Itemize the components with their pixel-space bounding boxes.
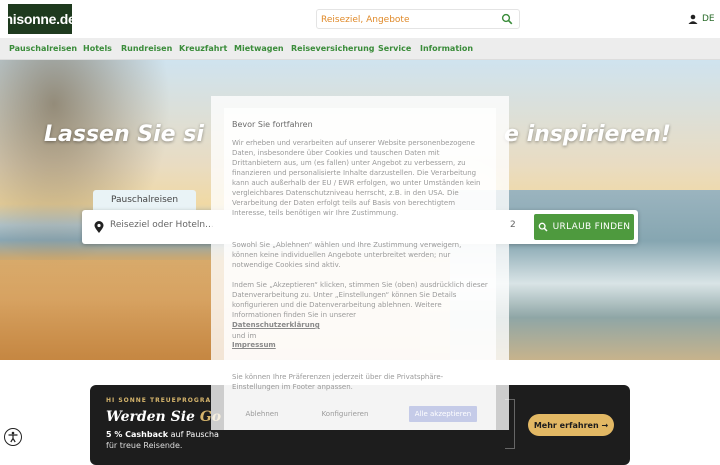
consent-title: Bevor Sie fortfahren	[232, 120, 313, 129]
learn-more-button[interactable]: Mehr erfahren →	[528, 414, 614, 436]
consent-paragraph-1: Wir erheben und verarbeiten auf unserer …	[232, 139, 481, 217]
nav-item-rundreisen[interactable]: Rundreisen	[121, 44, 172, 53]
account-language[interactable]: DE	[688, 12, 715, 26]
promo-kicker: HI SONNE TREUEPROGRA	[106, 397, 212, 404]
consent-dialog: Bevor Sie fortfahren Wir erheben und ver…	[224, 108, 496, 430]
location-pin-icon	[94, 221, 104, 233]
nav-item-reiseversicherung[interactable]: Reiseversicherung	[291, 44, 375, 53]
main-nav: Pauschalreisen Hotels Rundreisen Kreuzfa…	[0, 38, 720, 60]
travelers-field[interactable]: 2	[510, 220, 516, 230]
promo-headline-plain: Werden Sie	[106, 409, 200, 425]
consent-and-text: und im	[232, 332, 257, 340]
destination-input[interactable]: Reiseziel oder Hoteln...	[110, 220, 214, 230]
consent-paragraph-4: Sie können Ihre Präferenzen jederzeit üb…	[232, 373, 444, 391]
nav-item-hotels[interactable]: Hotels	[83, 44, 112, 53]
user-icon[interactable]	[688, 14, 698, 24]
consent-paragraph-3: Indem Sie „Akzeptieren“ klicken, stimmen…	[232, 281, 488, 319]
tab-pauschalreisen[interactable]: Pauschalreisen	[93, 190, 196, 210]
promo-headline: Werden Sie Go	[106, 409, 221, 425]
privacy-policy-link[interactable]: Datenschutzerklärung	[232, 321, 320, 329]
hero-palm-silhouette	[0, 60, 180, 280]
nav-item-kreuzfahrt[interactable]: Kreuzfahrt	[179, 44, 227, 53]
site-logo[interactable]: hisonne.de	[5, 4, 76, 34]
search-icon[interactable]	[501, 13, 513, 25]
top-bar: hisonne.de DE	[0, 0, 720, 38]
hero-title-left: Lassen Sie si	[44, 122, 204, 147]
site-search-input[interactable]	[321, 12, 497, 27]
configure-button[interactable]: Konfigurieren	[314, 406, 376, 422]
find-vacation-button[interactable]: URLAUB FINDEN	[534, 214, 634, 240]
nav-item-service[interactable]: Service	[378, 44, 411, 53]
accessibility-button[interactable]	[4, 428, 22, 446]
hero-title-right: e inspirieren!	[504, 122, 671, 147]
promo-cashback: 5 % Cashback	[106, 430, 169, 439]
find-vacation-label: URLAUB FINDEN	[552, 222, 631, 232]
nav-item-pauschalreisen[interactable]: Pauschalreisen	[9, 44, 77, 53]
consent-paragraph-2: Sowohl Sie „Ablehnen“ wählen und Ihre Zu…	[232, 241, 462, 269]
nav-item-mietwagen[interactable]: Mietwagen	[234, 44, 284, 53]
imprint-link[interactable]: Impressum	[232, 341, 276, 349]
accept-all-button[interactable]: Alle akzeptieren	[409, 406, 477, 422]
language-selector[interactable]: DE	[702, 14, 715, 24]
promo-line-2: für treue Reisende.	[106, 441, 183, 450]
search-icon	[538, 222, 548, 232]
site-search	[316, 9, 520, 29]
promo-line-1: 5 % Cashback auf Pauscha	[106, 430, 219, 439]
accessibility-icon	[8, 431, 18, 443]
reject-button[interactable]: Ablehnen	[234, 406, 290, 422]
promo-line-1-rest: auf Pauscha	[168, 430, 219, 439]
nav-item-information[interactable]: Information	[420, 44, 473, 53]
